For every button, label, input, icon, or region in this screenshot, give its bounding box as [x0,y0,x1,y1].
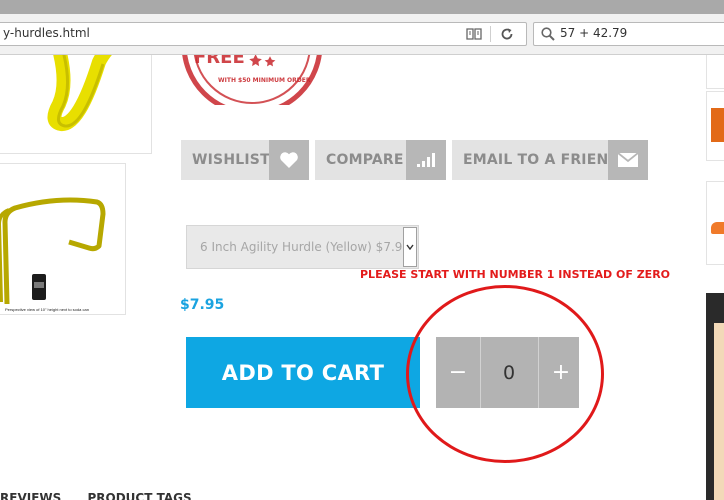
related-product-tile-1[interactable] [706,55,724,89]
related-product-tile-3[interactable] [706,181,724,265]
email-friend-button[interactable]: EMAIL TO A FRIEND [452,140,648,180]
email-friend-label: EMAIL TO A FRIEND [463,152,621,168]
search-bar[interactable]: 57 + 42.79 [533,22,724,46]
search-query[interactable]: 57 + 42.79 [560,26,627,40]
heart-icon [269,140,309,180]
tab-reviews[interactable]: REVIEWS [0,491,61,500]
variant-selected-value: 6 Inch Agility Hurdle (Yellow) $7.95 [200,240,411,254]
product-thumbnail-1[interactable] [0,55,152,154]
wishlist-label: WISHLIST [192,152,270,168]
quantity-decrement-button[interactable]: − [436,337,481,408]
hurdle-with-can-image [0,197,106,305]
thumbnail-caption: Perspective view of 10" height next to s… [5,307,89,312]
product-page: Perspective view of 10" height next to s… [0,55,724,500]
side-banner-photo[interactable] [706,293,724,500]
envelope-icon [608,140,648,180]
reader-view-icon[interactable] [465,25,483,43]
address-text[interactable]: y-hurdles.html [3,26,90,40]
related-product-tile-2[interactable] [706,91,724,161]
free-shipping-stamp: FREE WITH $50 MINIMUM ORDER [182,55,322,105]
reload-icon[interactable] [498,25,516,43]
variant-select[interactable]: 6 Inch Agility Hurdle (Yellow) $7.95 [186,225,419,269]
browser-toolbar: y-hurdles.html 57 + 42.79 [0,14,724,55]
add-to-cart-button[interactable]: ADD TO CART [186,337,420,408]
quantity-increment-button[interactable]: + [538,337,583,408]
compare-label: COMPARE [326,152,404,168]
address-divider [490,26,491,42]
quantity-value[interactable]: 0 [481,337,537,408]
product-price: $7.95 [180,297,225,313]
address-bar[interactable]: y-hurdles.html [0,22,527,46]
quantity-stepper[interactable]: − 0 + [436,337,579,408]
related-product-image [711,222,724,234]
product-thumbnail-2[interactable]: Perspective view of 10" height next to s… [0,163,126,315]
compare-button[interactable]: COMPARE [315,140,446,180]
stamp-word: FREE [194,55,245,68]
window-title-strip [0,0,724,14]
annotation-note: PLEASE START WITH NUMBER 1 INSTEAD OF ZE… [360,268,671,281]
related-product-image [711,108,724,142]
stamp-subtext: WITH $50 MINIMUM ORDER [218,77,311,84]
wishlist-button[interactable]: WISHLIST [181,140,309,180]
signal-bars-icon [406,140,446,180]
search-icon [541,27,555,41]
hurdle-image [47,55,112,131]
product-tabs: REVIEWS PRODUCT TAGS [0,491,214,500]
tab-product-tags[interactable]: PRODUCT TAGS [87,491,191,500]
chevron-down-icon[interactable] [403,227,417,267]
